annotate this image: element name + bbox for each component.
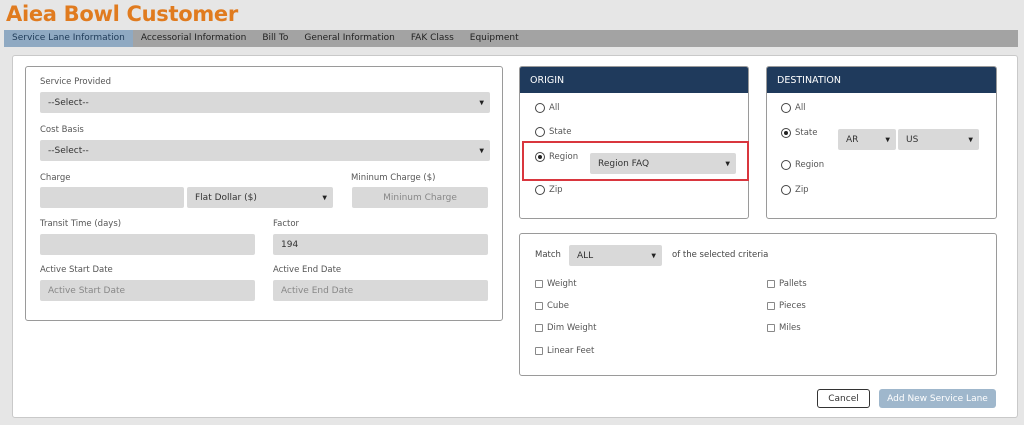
match-value: ALL	[577, 250, 594, 261]
active-end-date-label: Active End Date	[273, 265, 342, 275]
origin-option-zip-label: Zip	[549, 185, 563, 195]
origin-title: ORIGIN	[520, 67, 748, 93]
service-lane-form-panel: Service Provided --Select-- ▼ Cost Basis…	[25, 66, 503, 321]
tab-accessorial-information[interactable]: Accessorial Information	[133, 30, 255, 47]
destination-state-value: AR	[846, 134, 859, 145]
criteria-cube[interactable]: Cube	[535, 301, 569, 311]
destination-option-state-label: State	[795, 128, 818, 138]
charge-unit-value: Flat Dollar ($)	[195, 192, 257, 203]
factor-label: Factor	[273, 219, 300, 229]
checkbox-icon	[535, 324, 543, 332]
tab-fak-class[interactable]: FAK Class	[403, 30, 462, 47]
match-suffix: of the selected criteria	[672, 250, 769, 260]
destination-title: DESTINATION	[767, 67, 996, 93]
transit-time-label: Transit Time (days)	[40, 219, 122, 229]
checkbox-icon	[767, 324, 775, 332]
tab-general-information[interactable]: General Information	[296, 30, 402, 47]
cost-basis-select[interactable]: --Select-- ▼	[40, 140, 490, 161]
radio-selected-icon	[781, 128, 791, 138]
destination-state-select[interactable]: AR ▼	[838, 129, 896, 150]
destination-option-all[interactable]: All	[781, 103, 806, 113]
chevron-down-icon: ▼	[968, 136, 973, 143]
minimum-charge-input[interactable]: Mininum Charge	[352, 187, 488, 208]
criteria-pallets[interactable]: Pallets	[767, 279, 807, 289]
criteria-pallets-label: Pallets	[779, 279, 807, 289]
page-title: Aiea Bowl Customer	[6, 2, 238, 26]
destination-country-select[interactable]: US ▼	[898, 129, 979, 150]
match-label: Match	[535, 250, 561, 260]
destination-option-zip[interactable]: Zip	[781, 185, 809, 195]
tab-bar: Service Lane Information Accessorial Inf…	[4, 30, 1018, 47]
active-start-date-input[interactable]: Active Start Date	[40, 280, 255, 301]
radio-icon	[781, 185, 791, 195]
charge-unit-select[interactable]: Flat Dollar ($) ▼	[187, 187, 333, 208]
charge-input[interactable]	[40, 187, 184, 208]
chevron-down-icon: ▼	[479, 147, 484, 154]
origin-option-zip[interactable]: Zip	[535, 185, 563, 195]
destination-country-value: US	[906, 134, 919, 145]
checkbox-icon	[535, 302, 543, 310]
criteria-panel: Match ALL ▼ of the selected criteria Wei…	[519, 233, 997, 376]
origin-option-state-label: State	[549, 127, 572, 137]
tab-equipment[interactable]: Equipment	[462, 30, 527, 47]
cost-basis-value: --Select--	[48, 145, 89, 156]
radio-icon	[535, 127, 545, 137]
radio-icon	[535, 103, 545, 113]
chevron-down-icon: ▼	[322, 194, 327, 201]
destination-option-region-label: Region	[795, 160, 825, 170]
charge-label: Charge	[40, 173, 71, 183]
criteria-dim-weight-label: Dim Weight	[547, 323, 597, 333]
criteria-weight[interactable]: Weight	[535, 279, 577, 289]
origin-option-state[interactable]: State	[535, 127, 572, 137]
radio-icon	[781, 103, 791, 113]
region-highlight-box	[522, 141, 749, 181]
criteria-miles[interactable]: Miles	[767, 323, 801, 333]
transit-time-input[interactable]	[40, 234, 255, 255]
factor-input[interactable]: 194	[273, 234, 488, 255]
destination-option-state[interactable]: State	[781, 128, 818, 138]
chevron-down-icon: ▼	[479, 99, 484, 106]
active-end-date-input[interactable]: Active End Date	[273, 280, 488, 301]
checkbox-icon	[535, 347, 543, 355]
minimum-charge-label: Mininum Charge ($)	[351, 173, 436, 183]
chevron-down-icon: ▼	[651, 252, 656, 259]
criteria-linear-feet-label: Linear Feet	[547, 346, 595, 356]
service-provided-value: --Select--	[48, 97, 89, 108]
destination-panel: DESTINATION All State AR ▼ US ▼ Region Z…	[766, 66, 997, 219]
checkbox-icon	[767, 302, 775, 310]
destination-option-all-label: All	[795, 103, 806, 113]
criteria-pieces[interactable]: Pieces	[767, 301, 806, 311]
criteria-pieces-label: Pieces	[779, 301, 806, 311]
cost-basis-label: Cost Basis	[40, 125, 84, 135]
service-provided-label: Service Provided	[40, 77, 112, 87]
active-start-date-label: Active Start Date	[40, 265, 113, 275]
criteria-cube-label: Cube	[547, 301, 569, 311]
criteria-miles-label: Miles	[779, 323, 801, 333]
match-select[interactable]: ALL ▼	[569, 245, 662, 266]
service-provided-select[interactable]: --Select-- ▼	[40, 92, 490, 113]
cancel-button[interactable]: Cancel	[817, 389, 870, 408]
origin-option-all-label: All	[549, 103, 560, 113]
checkbox-icon	[535, 280, 543, 288]
radio-icon	[781, 160, 791, 170]
destination-option-zip-label: Zip	[795, 185, 809, 195]
tab-service-lane-information[interactable]: Service Lane Information	[4, 30, 133, 47]
criteria-weight-label: Weight	[547, 279, 577, 289]
criteria-linear-feet[interactable]: Linear Feet	[535, 346, 594, 356]
destination-option-region[interactable]: Region	[781, 160, 824, 170]
add-new-service-lane-button[interactable]: Add New Service Lane	[879, 389, 996, 408]
radio-icon	[535, 185, 545, 195]
tab-bill-to[interactable]: Bill To	[254, 30, 296, 47]
checkbox-icon	[767, 280, 775, 288]
origin-option-all[interactable]: All	[535, 103, 560, 113]
criteria-dim-weight[interactable]: Dim Weight	[535, 323, 597, 333]
chevron-down-icon: ▼	[885, 136, 890, 143]
